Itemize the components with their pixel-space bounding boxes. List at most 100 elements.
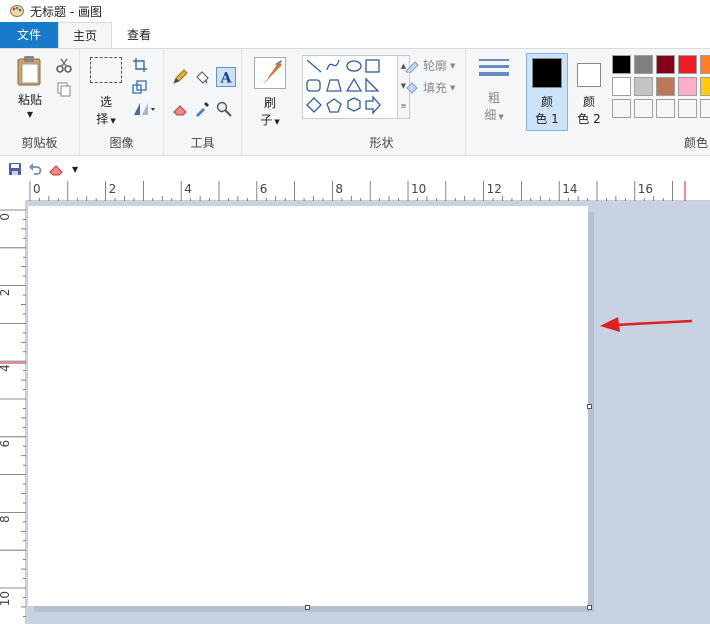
palette-swatch[interactable] <box>656 99 675 118</box>
ruler-left: 0 2 4 6 8 10 <box>0 201 26 624</box>
palette-swatch[interactable] <box>612 77 631 96</box>
ruler-top-label: 14 <box>562 182 577 196</box>
image-group-label: 图像 <box>109 136 134 150</box>
pencil-icon[interactable] <box>172 69 188 85</box>
colors-group-label: 颜色 <box>684 136 709 150</box>
ruler-left-label: 2 <box>0 289 12 297</box>
paste-button[interactable]: 粘贴 ▼ <box>8 55 52 119</box>
color2-swatch <box>577 63 601 87</box>
size-label-2: 细 ▼ <box>484 108 504 122</box>
ruler-top-label: 0 <box>33 182 41 196</box>
line-width-icon <box>477 57 511 83</box>
size-button[interactable]: 粗 细 ▼ <box>474 57 514 123</box>
ruler-top-label: 6 <box>260 182 268 196</box>
resize-handle-right[interactable] <box>587 404 592 409</box>
resize-handle-bottom[interactable] <box>305 605 310 610</box>
ruler-top-label: 2 <box>109 182 117 196</box>
ruler-left-label: 0 <box>0 213 12 221</box>
image-group: 选 择 ▼ 图像 <box>80 49 164 155</box>
eraser-icon[interactable] <box>172 101 188 117</box>
ruler-left-label: 8 <box>0 515 12 523</box>
ruler-left-label: 6 <box>0 440 12 448</box>
palette-swatch[interactable] <box>700 77 710 96</box>
color1-swatch <box>532 58 562 88</box>
palette-swatch[interactable] <box>612 55 631 74</box>
size-label-1: 粗 <box>487 91 500 105</box>
clipboard-group-label: 剪贴板 <box>21 136 58 150</box>
palette-swatch[interactable] <box>700 55 710 74</box>
outline-icon <box>404 59 420 73</box>
fill-button[interactable]: 填充 ▼ <box>404 79 455 96</box>
brushes-group: 刷 子 ▼ <box>242 49 298 155</box>
palette-swatch[interactable] <box>612 99 631 118</box>
save-icon[interactable] <box>8 162 22 176</box>
color-picker-icon[interactable] <box>194 101 210 117</box>
customize-qat-icon[interactable]: ▼ <box>72 165 78 174</box>
redo-eraser-icon[interactable] <box>48 162 64 176</box>
fill-bucket-icon[interactable] <box>194 69 210 85</box>
tools-group-label: 工具 <box>190 136 215 150</box>
palette-swatch[interactable] <box>700 99 710 118</box>
palette-swatch[interactable] <box>656 55 675 74</box>
ruler-top-label: 10 <box>411 182 426 196</box>
shapes-group-label: 形状 <box>369 136 394 150</box>
clipboard-group: 粘贴 ▼ 剪贴板 <box>0 49 80 155</box>
cut-icon[interactable] <box>56 57 72 73</box>
copy-icon[interactable] <box>56 81 72 97</box>
color2-label-2: 色 2 <box>577 112 601 126</box>
drawing-canvas[interactable] <box>28 206 588 606</box>
workspace <box>26 201 710 624</box>
tab-home[interactable]: 主页 <box>58 22 112 48</box>
chevron-down-icon: ▼ <box>26 110 34 119</box>
color1-button[interactable]: 颜 色 1 <box>526 53 568 131</box>
palette-swatch[interactable] <box>678 99 697 118</box>
color1-label-1: 颜 <box>540 95 553 109</box>
ruler-left-label: 4 <box>0 364 12 372</box>
color1-label-2: 色 1 <box>535 112 559 126</box>
ruler-top-label: 12 <box>487 182 502 196</box>
shapes-gallery[interactable] <box>302 55 398 119</box>
tab-file[interactable]: 文件 <box>0 22 58 48</box>
color2-button[interactable]: 颜 色 2 <box>570 53 608 131</box>
color2-label-1: 颜 <box>582 95 595 109</box>
brushes-label-1: 刷 <box>263 96 276 110</box>
color-palette <box>612 55 710 121</box>
size-group: 粗 细 ▼ <box>466 49 522 155</box>
ribbon-tabs: 文件 主页 查看 <box>0 22 710 48</box>
ruler-left-label: 10 <box>0 591 12 606</box>
ruler-top: 0 2 4 6 8 10 12 14 16 <box>26 181 710 201</box>
clipboard-icon <box>15 55 45 87</box>
magnifier-icon[interactable] <box>216 101 232 117</box>
palette-swatch[interactable] <box>634 55 653 74</box>
fill-label: 填充 <box>423 81 448 95</box>
select-label-2: 择 ▼ <box>96 112 116 126</box>
outline-button[interactable]: 轮廓 ▼ <box>404 57 455 74</box>
rotate-icon[interactable] <box>132 101 156 117</box>
palette-swatch[interactable] <box>656 77 675 96</box>
shapes-group: ▲ ▼ ≡ 轮廓 ▼ 填充 ▼ 形状 <box>298 49 466 155</box>
palette-swatch[interactable] <box>678 55 697 74</box>
palette-swatch[interactable] <box>678 77 697 96</box>
brushes-button[interactable]: 刷 子 ▼ <box>250 57 290 128</box>
outline-label: 轮廓 <box>423 59 448 73</box>
text-tool-icon[interactable]: A <box>216 67 236 87</box>
select-button[interactable]: 选 择 ▼ <box>88 57 124 127</box>
brush-icon <box>254 57 286 89</box>
ribbon: 粘贴 ▼ 剪贴板 选 择 ▼ 图像 A 工具 刷 子 ▼ ▲ ▼ ≡ 轮廓 ▼ … <box>0 48 710 156</box>
ruler-top-label: 4 <box>184 182 192 196</box>
ruler-top-label: 16 <box>638 182 653 196</box>
fill-icon <box>404 81 420 95</box>
tab-view[interactable]: 查看 <box>112 22 166 48</box>
window-title: 无标题 - 画图 <box>30 4 102 19</box>
resize-icon[interactable] <box>132 79 148 95</box>
brushes-label-2: 子 ▼ <box>260 113 280 127</box>
ruler-corner <box>0 181 26 201</box>
select-rectangle-icon <box>90 57 122 83</box>
palette-swatch[interactable] <box>634 99 653 118</box>
undo-icon[interactable] <box>28 162 42 176</box>
palette-swatch[interactable] <box>634 77 653 96</box>
crop-icon[interactable] <box>132 57 148 73</box>
svg-text:A: A <box>220 71 233 87</box>
resize-handle-corner[interactable] <box>587 605 592 610</box>
quick-access-toolbar: ▼ <box>0 157 710 181</box>
